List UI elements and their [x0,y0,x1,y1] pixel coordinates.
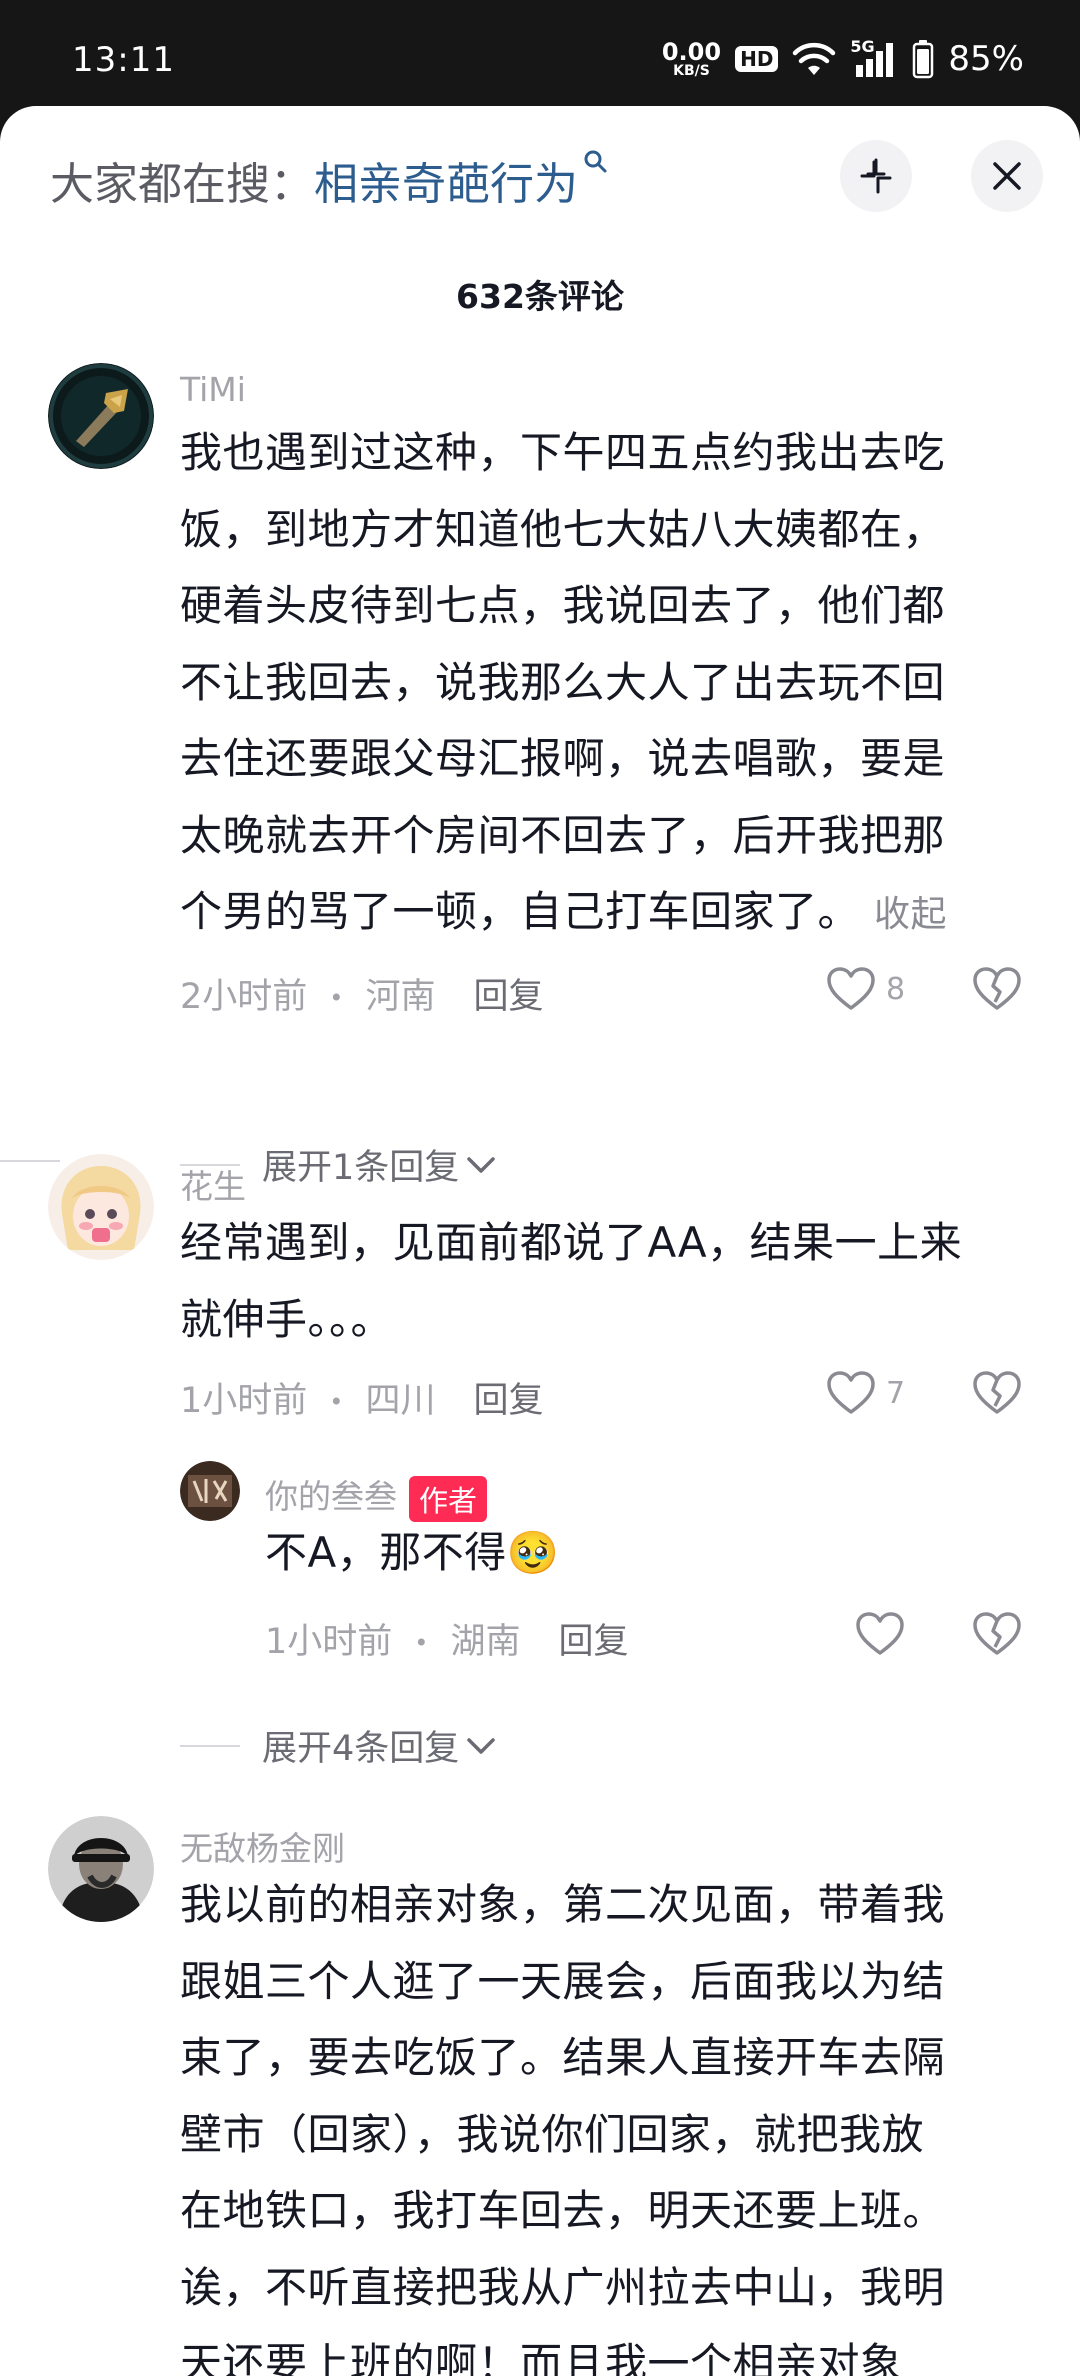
battery-icon [913,40,934,79]
meta-separator: • [329,984,344,1012]
comment-time: 1小时前 [180,1381,308,1421]
avatar[interactable] [48,1816,154,1922]
collapse-text-link[interactable]: 收起 [874,894,947,935]
avatar[interactable] [48,1154,154,1260]
hd-badge: HD [735,46,779,72]
chevron-down-icon [467,1737,496,1754]
comment-text-line: 个男的骂了一顿，自己打车回家了。 [180,887,861,936]
heart-icon [856,1612,904,1655]
meta-separator: • [414,1629,429,1657]
close-button[interactable] [971,140,1043,212]
comment-text-line: 壁市（回家），我说你们回家，就把我放 [180,2109,925,2159]
comment-meta: 1小时前 • 四川 回复 [180,1372,543,1423]
like-button[interactable]: 8 [826,966,905,1012]
comment-text-line: 跟姐三个人逛了一天展会，后面我以为结 [180,1956,946,2006]
search-suggestion-keyword[interactable]: 相亲奇葩行为 [314,159,578,210]
signal-5g-icon: 5G [850,37,898,79]
reply-author: 你的叁叁 作者 [265,1470,488,1522]
battery-percent: 85% [948,39,1024,79]
net-speed-indicator: 0.00 KB/S [662,40,721,78]
comment-text-line: 束了，要去吃饭了。结果人直接开车去隔 [180,2033,946,2082]
heart-icon [827,1371,875,1414]
like-button[interactable] [855,1611,905,1657]
comment-text: 经常遇到，见面前都说了AA，结果一上来 就伸手。。。 [180,1205,962,1358]
like-count: 8 [886,971,906,1007]
broken-heart-icon [973,1612,1021,1655]
search-icon [584,150,607,173]
comment-text-line: 去住还要跟父母汇报啊，说去唱歌，要是 [180,734,946,783]
comment-text-line: 天还要上班的啊！而且我一个相亲对象 [180,2339,903,2376]
reply-meta: 1小时前 • 湖南 回复 [265,1613,628,1664]
net-speed-unit: KB/S [673,63,710,79]
reply-author-name[interactable]: 你的叁叁 [265,1477,397,1516]
collapse-arrows-icon [860,158,892,194]
close-icon [993,162,1021,190]
comment-text-line: 就伸手。。。 [180,1294,394,1344]
comment-text-line: 硬着头皮待到七点，我说回去了，他们都 [180,581,946,630]
status-time: 13:11 [72,40,175,80]
comment-text: 我以前的相亲对象，第二次见面，带着我 跟姐三个人逛了一天展会，后面我以为结 束了… [180,1867,945,2376]
avatar[interactable] [180,1461,240,1521]
meta-separator: • [329,1388,344,1416]
comment-count: 632条评论 [456,277,624,316]
dislike-button[interactable] [972,966,1022,1016]
comment-text-line: 我以前的相亲对象，第二次见面，带着我 [180,1880,946,1929]
broken-heart-icon [973,1371,1021,1414]
reply-location: 湖南 [450,1622,521,1662]
chevron-down-icon [467,1156,496,1173]
reply-button[interactable]: 回复 [473,977,543,1017]
comment-author[interactable]: 花生 [180,1160,246,1208]
expand-replies-label: 展开4条回复 [262,1729,460,1769]
like-count: 7 [886,1375,906,1411]
dislike-button[interactable] [972,1370,1022,1420]
reply-text: 不A，那不得🥹 [265,1515,560,1592]
status-bar: 13:11 0.00 KB/S HD 5G 85% [0,0,1080,110]
comment-text: 我也遇到过这种，下午四五点约我出去吃 饭，到地方才知道他七大姑八大姨都在， 硬着… [180,415,947,954]
comment-text-line: 饭，到地方才知道他七大姑八大姨都在， [180,504,946,554]
comment-text-line: 经常遇到，见面前都说了AA，结果一上来 [180,1218,963,1267]
dislike-button[interactable] [972,1611,1022,1661]
status-icons: 0.00 KB/S HD 5G 85% [662,34,1024,84]
comment-text-line: 太晚就去开个房间不回去了，后开我把那 [180,810,946,860]
collapse-button[interactable] [840,140,912,212]
reply-time: 1小时前 [265,1622,393,1662]
heart-icon [827,967,875,1010]
comment-location: 河南 [365,977,436,1017]
search-suggestion-prefix: 大家都在搜： [50,159,314,210]
avatar[interactable] [48,363,154,469]
expand-replies-button[interactable] [0,1160,82,1162]
expand-replies-label: 展开1条回复 [262,1148,460,1188]
comment-meta: 2小时前 • 河南 回复 [180,968,543,1019]
comment-sheet: 大家都在搜：相亲奇葩行为 632条评论 TiMi 我也遇到过这种，下午四五点约我… [0,106,1080,2376]
net-speed-value: 0.00 [661,38,722,66]
reply-button[interactable]: 回复 [473,1381,543,1421]
comment-text-line: 不让我回去，说我那么大人了出去玩不回 [180,657,946,707]
search-suggestion[interactable]: 大家都在搜：相亲奇葩行为 [50,148,608,212]
comment-text-line: 我也遇到过这种，下午四五点约我出去吃 [180,428,946,477]
comment-author[interactable]: TiMi [180,370,246,409]
comment-location: 四川 [365,1381,436,1421]
comment-text-line: 在地铁口，我打车回去，明天还要上班。 [180,2186,946,2235]
expand-replies-button[interactable]: 展开4条回复 [180,1720,497,1771]
comment-text-line: 诶，不听直接把我从广州拉去中山，我明 [180,2262,946,2312]
reply-button[interactable]: 回复 [558,1622,628,1662]
comment-author[interactable]: 无敌杨金刚 [180,1822,345,1870]
broken-heart-icon [973,967,1021,1010]
comment-time: 2小时前 [180,977,308,1017]
pleading-face-emoji: 🥹 [506,1528,560,1577]
wifi-icon [793,42,836,75]
reply-text-content: 不A，那不得 [265,1528,507,1577]
like-button[interactable]: 7 [826,1370,905,1416]
